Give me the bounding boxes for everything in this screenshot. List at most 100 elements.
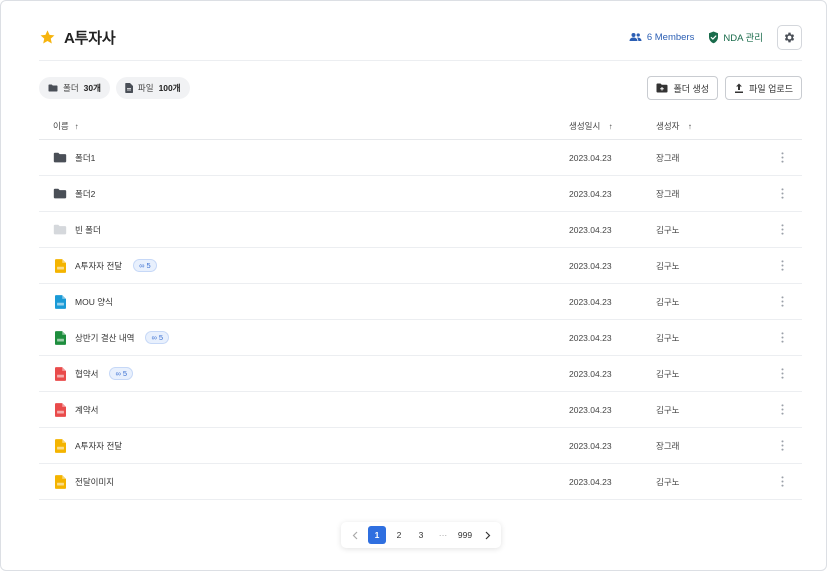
row-name[interactable]: 전달이미지 <box>75 476 114 488</box>
more-vertical-icon <box>780 368 784 379</box>
row-date: 2023.04.23 <box>569 332 612 343</box>
page-button[interactable]: 2 <box>390 526 408 544</box>
row-creator: 김구노 <box>656 296 680 307</box>
sort-up-icon[interactable]: ↑ <box>75 122 79 131</box>
table-row[interactable]: MOU 양식 2023.04.23 김구노 <box>39 284 802 320</box>
row-name-cell[interactable]: 상반기 결산 내역 ∞ 5 <box>39 330 569 345</box>
row-more-button[interactable] <box>762 476 802 487</box>
page-button[interactable]: 1 <box>368 526 386 544</box>
column-name-header[interactable]: 이름 ↑ <box>39 120 569 132</box>
row-more-button[interactable] <box>762 188 802 199</box>
members-button[interactable]: 6 Members <box>629 32 694 43</box>
more-vertical-icon <box>780 152 784 163</box>
table-row[interactable]: 계약서 2023.04.23 김구노 <box>39 392 802 428</box>
row-name-cell[interactable]: MOU 양식 <box>39 294 569 309</box>
share-link-badge[interactable]: ∞ 5 <box>133 259 157 272</box>
shield-check-icon <box>708 31 719 44</box>
folder-count-prefix: 폴더 <box>63 83 79 93</box>
page-button[interactable]: 3 <box>412 526 430 544</box>
settings-button[interactable] <box>777 24 802 50</box>
table-row[interactable]: 상반기 결산 내역 ∞ 5 2023.04.23 김구노 <box>39 320 802 356</box>
row-creator: 김구노 <box>656 368 680 379</box>
more-vertical-icon <box>780 476 784 487</box>
row-more-button[interactable] <box>762 296 802 307</box>
row-name[interactable]: 협약서 <box>75 368 98 380</box>
pagination: 1 2 3 ··· 999 <box>341 522 501 548</box>
table-row[interactable]: A투자자 전달 2023.04.23 장그래 <box>39 428 802 464</box>
doc-file-icon <box>53 294 67 309</box>
folder-icon <box>53 187 67 201</box>
page-button[interactable]: 999 <box>456 526 474 544</box>
row-name-cell[interactable]: 폴더1 <box>39 151 569 165</box>
upload-file-button[interactable]: 파일 업로드 <box>725 76 802 100</box>
file-count-value: 100개 <box>158 83 181 93</box>
toolbar-actions: 폴더 생성 파일 업로드 <box>647 76 802 100</box>
more-vertical-icon <box>780 296 784 307</box>
table-row[interactable]: 빈 폴더 2023.04.23 김구노 <box>39 212 802 248</box>
sort-up-icon[interactable]: ↑ <box>688 122 692 131</box>
row-more-button[interactable] <box>762 368 802 379</box>
row-name-cell[interactable]: 폴더2 <box>39 187 569 201</box>
slides-file-icon <box>53 438 67 453</box>
table-row[interactable]: 폴더1 2023.04.23 장그래 <box>39 140 802 176</box>
row-date: 2023.04.23 <box>569 368 612 379</box>
row-name-cell[interactable]: 빈 폴더 <box>39 223 569 237</box>
row-name-cell[interactable]: 계약서 <box>39 402 569 417</box>
create-folder-button[interactable]: 폴더 생성 <box>647 76 719 100</box>
row-creator: 장그래 <box>656 440 680 451</box>
chevron-right-icon <box>484 531 491 540</box>
row-creator: 장그래 <box>656 152 680 163</box>
row-name[interactable]: 폴더1 <box>75 152 95 164</box>
row-name-cell[interactable]: A투자자 전달 ∞ 5 <box>39 258 569 273</box>
toolbar: 폴더 30개 파일 100개 폴더 생성 파일 업로드 <box>39 76 802 100</box>
row-name[interactable]: A투자자 전달 <box>75 260 122 272</box>
share-count: 5 <box>146 261 151 270</box>
row-creator: 김구노 <box>656 476 680 487</box>
column-creator-label: 생성자 <box>656 121 680 131</box>
table-row[interactable]: 전달이미지 2023.04.23 김구노 <box>39 464 802 500</box>
table-row[interactable]: 폴더2 2023.04.23 장그래 <box>39 176 802 212</box>
row-name-cell[interactable]: A투자자 전달 <box>39 438 569 453</box>
folder-count-value: 30개 <box>83 83 101 93</box>
row-name[interactable]: 폴더2 <box>75 188 95 200</box>
page-ellipsis: ··· <box>438 530 448 540</box>
sort-up-icon[interactable]: ↑ <box>609 122 613 131</box>
row-more-button[interactable] <box>762 440 802 451</box>
header-actions: 6 Members NDA 관리 <box>629 24 802 50</box>
row-creator: 김구노 <box>656 260 680 271</box>
row-name-cell[interactable]: 협약서 ∞ 5 <box>39 366 569 381</box>
share-link-badge[interactable]: ∞ 5 <box>145 331 169 344</box>
row-more-button[interactable] <box>762 152 802 163</box>
row-name[interactable]: A투자자 전달 <box>75 440 122 452</box>
row-name[interactable]: MOU 양식 <box>75 296 113 308</box>
share-link-badge[interactable]: ∞ 5 <box>109 367 133 380</box>
row-name[interactable]: 빈 폴더 <box>75 224 101 236</box>
more-vertical-icon <box>780 404 784 415</box>
row-more-button[interactable] <box>762 332 802 343</box>
nda-manage-button[interactable]: NDA 관리 <box>708 30 763 44</box>
row-more-button[interactable] <box>762 224 802 235</box>
column-creator-header[interactable]: 생성자 ↑ <box>656 120 762 132</box>
star-icon[interactable] <box>39 29 56 46</box>
row-date: 2023.04.23 <box>569 224 612 235</box>
table-header: 이름 ↑ 생성일시 ↑ 생성자 ↑ <box>39 113 802 140</box>
prev-page-button[interactable] <box>346 526 364 544</box>
row-name[interactable]: 상반기 결산 내역 <box>75 332 134 344</box>
folder-count-chip: 폴더 30개 <box>39 77 110 99</box>
slides-file-icon <box>53 258 67 273</box>
sheet-file-icon <box>53 330 67 345</box>
row-date: 2023.04.23 <box>569 476 612 487</box>
gear-icon <box>783 31 796 44</box>
next-page-button[interactable] <box>478 526 496 544</box>
folder-icon <box>48 84 58 92</box>
row-more-button[interactable] <box>762 404 802 415</box>
table-row[interactable]: 협약서 ∞ 5 2023.04.23 김구노 <box>39 356 802 392</box>
row-name[interactable]: 계약서 <box>75 404 98 416</box>
row-more-button[interactable] <box>762 260 802 271</box>
row-creator: 김구노 <box>656 332 680 343</box>
row-name-cell[interactable]: 전달이미지 <box>39 474 569 489</box>
column-date-header[interactable]: 생성일시 ↑ <box>569 120 656 132</box>
row-date: 2023.04.23 <box>569 440 612 451</box>
pdf-file-icon <box>53 402 67 417</box>
table-row[interactable]: A투자자 전달 ∞ 5 2023.04.23 김구노 <box>39 248 802 284</box>
